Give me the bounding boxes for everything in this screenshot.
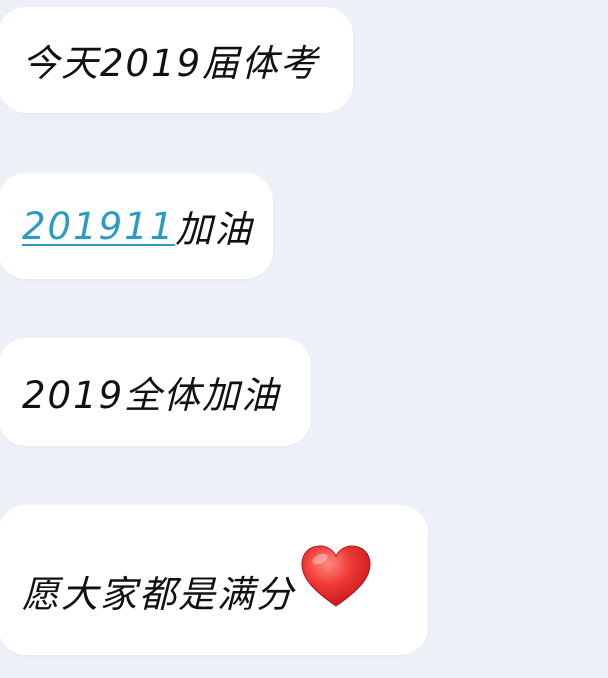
message-bubble-3[interactable]: 2019全体加油 [0, 338, 311, 446]
message-text: 今天2019届体考 [22, 42, 320, 85]
message-text: 加油 [175, 208, 254, 251]
message-bubble-1[interactable]: 今天2019届体考 [0, 7, 353, 113]
message-bubble-2[interactable]: 201911 加油 [0, 173, 273, 279]
message-text: 2019全体加油 [22, 374, 281, 417]
message-bubble-4[interactable]: 愿大家都是满分 [0, 505, 428, 655]
red-heart-icon [299, 544, 373, 610]
chat-message-list: 今天2019届体考 201911 加油 2019全体加油 愿大家都是满分 [0, 0, 608, 678]
message-text: 愿大家都是满分 [22, 573, 295, 616]
phone-number-link[interactable]: 201911 [22, 205, 175, 248]
